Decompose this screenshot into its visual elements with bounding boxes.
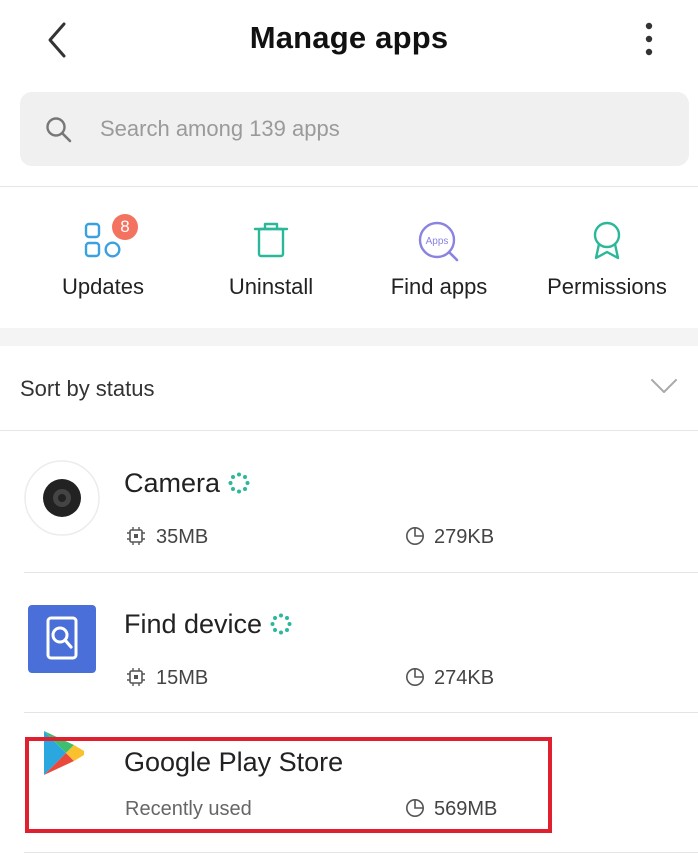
more-vertical-icon — [645, 22, 653, 56]
pie-chart-icon — [406, 668, 424, 686]
chevron-down-icon — [651, 379, 677, 393]
app-row-camera[interactable]: Camera 35MB 279KB — [0, 432, 698, 572]
app-name: Camera — [124, 468, 221, 498]
updates-label: Updates — [62, 274, 144, 299]
app-header: Manage apps — [0, 0, 698, 80]
divider — [0, 186, 698, 187]
camera-app-icon — [24, 460, 100, 536]
updates-button[interactable]: 8 Updates — [18, 190, 188, 320]
divider — [0, 430, 698, 431]
find-apps-icon-text: Apps — [426, 236, 449, 247]
page-title: Manage apps — [249, 20, 449, 55]
pie-chart-icon — [406, 527, 424, 545]
find-apps-icon: Apps — [418, 221, 459, 262]
chip-icon — [127, 527, 145, 545]
app-storage-size: 15MB — [156, 667, 209, 689]
search-icon — [46, 117, 72, 143]
uninstall-button[interactable]: Uninstall — [186, 190, 356, 320]
search-input[interactable] — [100, 106, 660, 152]
highlight-box — [25, 737, 552, 833]
sort-dropdown[interactable]: Sort by status — [0, 346, 698, 430]
updates-badge: 8 — [112, 214, 138, 240]
section-gap — [0, 328, 698, 346]
app-storage-size: 35MB — [156, 526, 209, 548]
row-divider — [24, 852, 698, 853]
quick-actions: 8 Updates Uninstall Apps Find apps Permi… — [0, 190, 698, 330]
loading-spinner-icon — [228, 472, 250, 494]
find-device-app-icon — [28, 605, 96, 673]
app-cache-size: 279KB — [434, 526, 495, 548]
uninstall-label: Uninstall — [228, 274, 314, 299]
chip-icon — [127, 668, 145, 686]
ribbon-icon — [593, 221, 621, 260]
permissions-label: Permissions — [547, 274, 667, 299]
more-options-button[interactable] — [634, 20, 664, 60]
find-apps-button[interactable]: Apps Find apps — [354, 190, 524, 320]
permissions-button[interactable]: Permissions — [522, 190, 692, 320]
app-row-find-device[interactable]: Find device 15MB 274KB — [0, 573, 698, 713]
trash-icon — [253, 222, 289, 258]
find-apps-label: Find apps — [390, 274, 488, 299]
app-cache-size: 274KB — [434, 667, 495, 689]
loading-spinner-icon — [270, 613, 292, 635]
app-name: Find device — [124, 609, 263, 639]
sort-label: Sort by status — [20, 376, 155, 401]
